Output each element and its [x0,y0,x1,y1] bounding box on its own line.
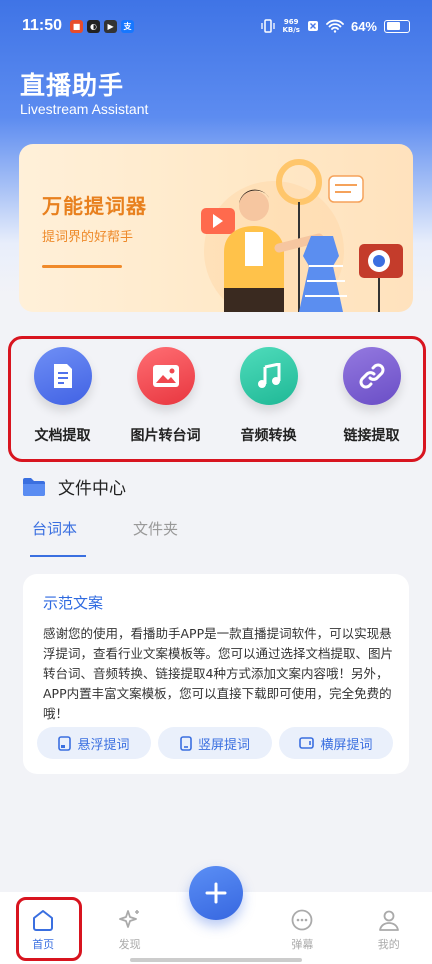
card-title: 示范文案 [43,594,104,612]
file-center-header: 文件中心 [22,474,126,499]
chat-bubble-icon [291,909,313,931]
button-label: 竖屏提词 [197,737,250,753]
landscape-prompt-button[interactable]: 横屏提词 [279,727,393,759]
nav-label: 我的 [377,938,400,951]
notification-app-icon: ▶ [104,19,118,33]
add-button[interactable] [189,866,243,920]
feature-link-extract[interactable]: 链接提取 [324,347,420,445]
status-bar: 11:50 ■ ◐ ▶ 支 969 KB/s 64% [0,0,432,52]
landscape-icon [299,737,315,749]
banner-title: 万能提词器 [42,194,147,218]
status-time: 11:50 [22,17,63,34]
plus-icon [205,882,227,904]
nav-danmaku[interactable]: 弹幕 [274,908,330,952]
feature-document-extract[interactable]: 文档提取 [15,347,111,445]
app-title: 直播助手 [20,71,125,100]
banner-subtitle: 提词界的好帮手 [42,230,134,245]
battery-icon [384,19,410,33]
feature-audio-convert[interactable]: 音频转换 [221,347,317,445]
status-right: 969 KB/s 64% [261,18,410,34]
battery-fill [386,22,400,30]
nav-profile[interactable]: 我的 [361,908,417,952]
net-speed: 969 KB/s [282,18,299,34]
card-actions: 悬浮提词 竖屏提词 横屏提词 [37,727,393,759]
card-body: 感谢您的使用，看播助手APP是一款直播提词软件，可以实现悬浮提词，查看行业文案模… [43,626,394,721]
feature-label: 文档提取 [34,428,91,444]
sim-off-icon [307,21,318,31]
document-icon [33,347,92,405]
float-window-icon [58,735,72,751]
vibrate-icon [261,19,276,33]
net-speed-value: 969 [283,18,299,26]
nav-label: 弹幕 [291,938,314,951]
notification-icons: ■ ◐ ▶ 支 [70,19,135,33]
gesture-bar [130,958,302,962]
sample-script-card[interactable]: 示范文案 感谢您的使用，看播助手APP是一款直播提词软件，可以实现悬浮提词，查看… [23,574,409,774]
net-speed-unit: KB/s [282,26,300,34]
notification-app-icon: ■ [70,19,84,33]
music-icon [239,347,298,405]
home-highlight-box [16,897,82,961]
feature-row: 文档提取 图片转台词 音频转换 链接提取 [8,336,426,462]
sparkle-icon [118,910,139,928]
portrait-prompt-button[interactable]: 竖屏提词 [158,727,272,759]
banner-divider [42,265,122,268]
wifi-icon [326,19,344,33]
tab-script-book[interactable]: 台词本 [22,518,87,557]
notification-app-icon: ◐ [87,19,101,33]
float-prompt-button[interactable]: 悬浮提词 [37,727,151,759]
battery-percent: 64% [350,18,377,34]
link-icon [342,347,401,405]
tab-folder[interactable]: 文件夹 [123,518,188,557]
image-icon [136,347,195,405]
button-label: 横屏提词 [320,737,373,753]
promo-banner[interactable]: 万能提词器 提词界的好帮手 [19,144,413,312]
feature-label: 链接提取 [343,428,400,444]
feature-label: 音频转换 [240,428,297,444]
file-tabs: 台词本 文件夹 [22,518,188,557]
portrait-icon [180,735,192,751]
nav-label: 发现 [118,938,141,951]
app-subtitle: Livestream Assistant [20,101,149,117]
file-center-title: 文件中心 [58,479,126,499]
folder-icon [23,477,45,496]
banner-illustration [201,159,403,312]
feature-label: 图片转台词 [130,428,201,444]
nav-discover[interactable]: 发现 [102,908,158,952]
button-label: 悬浮提词 [77,737,130,753]
notification-app-icon: 支 [121,19,135,33]
user-icon [378,910,399,931]
feature-image-to-script[interactable]: 图片转台词 [118,347,214,445]
